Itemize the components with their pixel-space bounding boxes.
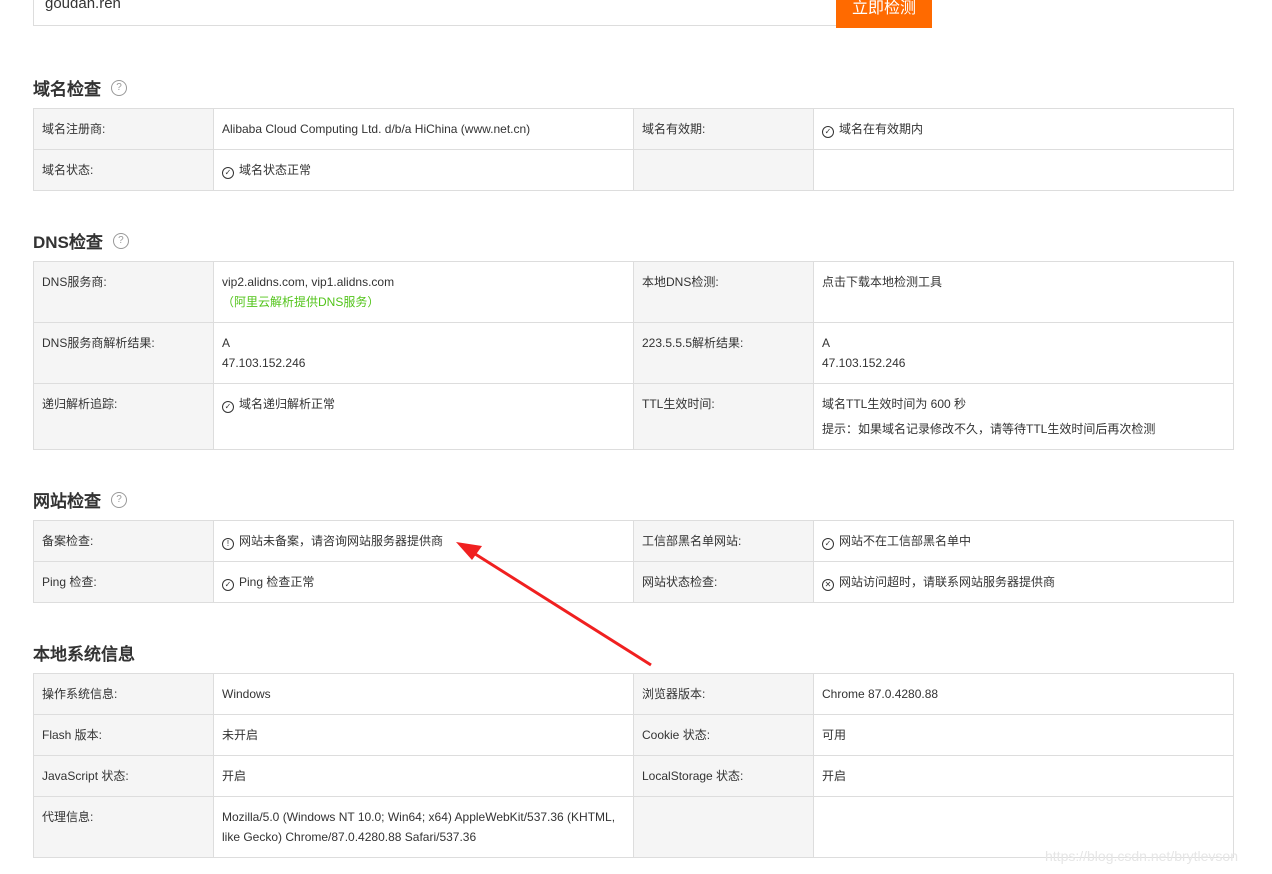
public-dns-value: A 47.103.152.246	[813, 322, 1234, 384]
blacklist-label: 工信部黑名单网站:	[633, 520, 814, 562]
dns-provider-note: （阿里云解析提供DNS服务）	[222, 295, 380, 309]
table-row: DNS服务商解析结果: A 47.103.152.246 223.5.5.5解析…	[33, 322, 1234, 384]
public-dns-label: 223.5.5.5解析结果:	[633, 322, 814, 384]
expiry-value: ✓ 域名在有效期内	[813, 108, 1234, 150]
local-system-title: 本地系统信息	[33, 640, 135, 665]
dns-resolve-label: DNS服务商解析结果:	[33, 322, 214, 384]
record-ip: 47.103.152.246	[822, 356, 906, 370]
website-check-title-text: 网站检查	[33, 492, 101, 511]
help-icon[interactable]: ?	[111, 491, 127, 508]
blacklist-text: 网站不在工信部黑名单中	[839, 534, 972, 548]
table-row: DNS服务商: vip2.alidns.com, vip1.alidns.com…	[33, 261, 1234, 323]
dns-check-title-text: DNS检查	[33, 233, 103, 252]
browser-value: Chrome 87.0.4280.88	[813, 673, 1234, 715]
localstorage-value: 开启	[813, 755, 1234, 797]
dns-check-title: DNS检查 ?	[33, 228, 129, 253]
check-circle-icon: ✓	[822, 126, 834, 138]
dns-servers-text: vip2.alidns.com, vip1.alidns.com	[222, 275, 395, 289]
domain-status-label: 域名状态:	[33, 149, 214, 191]
table-row: 操作系统信息: Windows 浏览器版本: Chrome 87.0.4280.…	[33, 673, 1234, 715]
website-check-title: 网站检查 ?	[33, 487, 127, 512]
blacklist-value: ✓ 网站不在工信部黑名单中	[813, 520, 1234, 562]
expiry-status-text: 域名在有效期内	[839, 122, 924, 136]
search-bar: goudan.ren 立即检测	[33, 0, 932, 28]
site-status-value: ✕ 网站访问超时，请联系网站服务器提供商	[813, 561, 1234, 603]
ping-check-value: ✓ Ping 检查正常	[213, 561, 634, 603]
local-system-table: 操作系统信息: Windows 浏览器版本: Chrome 87.0.4280.…	[33, 673, 1234, 858]
website-check-table: 备案检查: ! 网站未备案，请咨询网站服务器提供商 工信部黑名单网站: ✓ 网站不在…	[33, 520, 1234, 603]
check-circle-icon: ✓	[222, 579, 234, 591]
record-type: A	[222, 336, 231, 350]
local-dns-label: 本地DNS检测:	[633, 261, 814, 323]
user-agent-label: 代理信息:	[33, 796, 214, 858]
watermark: https://blog.csdn.net/brytlevson	[1045, 848, 1238, 864]
check-circle-icon: ✓	[822, 538, 834, 550]
warning-circle-icon: !	[222, 538, 234, 550]
table-row: 备案检查: ! 网站未备案，请咨询网站服务器提供商 工信部黑名单网站: ✓ 网站不在…	[33, 520, 1234, 562]
browser-label: 浏览器版本:	[633, 673, 814, 715]
javascript-label: JavaScript 状态:	[33, 755, 214, 797]
dns-provider-label: DNS服务商:	[33, 261, 214, 323]
icp-check-value: ! 网站未备案，请咨询网站服务器提供商	[213, 520, 634, 562]
recursive-trace-label: 递归解析追踪:	[33, 383, 214, 450]
os-label: 操作系统信息:	[33, 673, 214, 715]
site-status-text: 网站访问超时，请联系网站服务器提供商	[839, 575, 1056, 589]
recursive-trace-text: 域名递归解析正常	[239, 397, 336, 411]
record-ip: 47.103.152.246	[222, 356, 306, 370]
domain-status-text: 域名状态正常	[239, 163, 312, 177]
domain-check-title: 域名检查 ?	[33, 75, 127, 100]
user-agent-value: Mozilla/5.0 (Windows NT 10.0; Win64; x64…	[213, 796, 634, 858]
registrar-label: 域名注册商:	[33, 108, 214, 150]
record-type: A	[822, 336, 831, 350]
dns-provider-value: vip2.alidns.com, vip1.alidns.com （阿里云解析提…	[213, 261, 634, 323]
table-row: JavaScript 状态: 开启 LocalStorage 状态: 开启	[33, 755, 1234, 797]
domain-check-title-text: 域名检查	[33, 80, 101, 99]
table-row: 域名状态: ✓ 域名状态正常	[33, 149, 1234, 191]
javascript-value: 开启	[213, 755, 634, 797]
icp-check-text: 网站未备案，请咨询网站服务器提供商	[239, 534, 444, 548]
site-status-label: 网站状态检查:	[633, 561, 814, 603]
ping-check-text: Ping 检查正常	[239, 575, 315, 589]
empty-cell	[633, 149, 814, 191]
domain-check-table: 域名注册商: Alibaba Cloud Computing Ltd. d/b/…	[33, 108, 1234, 191]
ttl-hint: 提示：如果域名记录修改不久，请等待TTL生效时间后再次检测	[822, 422, 1156, 436]
os-value: Windows	[213, 673, 634, 715]
flash-value: 未开启	[213, 714, 634, 756]
error-circle-icon: ✕	[822, 579, 834, 591]
check-circle-icon: ✓	[222, 401, 234, 413]
table-row: 域名注册商: Alibaba Cloud Computing Ltd. d/b/…	[33, 108, 1234, 150]
dns-check-table: DNS服务商: vip2.alidns.com, vip1.alidns.com…	[33, 261, 1234, 450]
dns-resolve-value: A 47.103.152.246	[213, 322, 634, 384]
table-row: Flash 版本: 未开启 Cookie 状态: 可用	[33, 714, 1234, 756]
ttl-label: TTL生效时间:	[633, 383, 814, 450]
ping-check-label: Ping 检查:	[33, 561, 214, 603]
domain-search-input[interactable]: goudan.ren	[33, 0, 836, 26]
domain-status-value: ✓ 域名状态正常	[213, 149, 634, 191]
recursive-trace-value: ✓ 域名递归解析正常	[213, 383, 634, 450]
ttl-value: 域名TTL生效时间为 600 秒 提示：如果域名记录修改不久，请等待TTL生效时…	[813, 383, 1234, 450]
table-row: 递归解析追踪: ✓ 域名递归解析正常 TTL生效时间: 域名TTL生效时间为 60…	[33, 383, 1234, 450]
expiry-label: 域名有效期:	[633, 108, 814, 150]
download-tool-link[interactable]: 点击下载本地检测工具	[813, 261, 1234, 323]
empty-cell	[633, 796, 814, 858]
help-icon[interactable]: ?	[112, 232, 129, 249]
icp-check-label: 备案检查:	[33, 520, 214, 562]
empty-cell	[813, 149, 1234, 191]
ttl-text: 域名TTL生效时间为 600 秒	[822, 397, 967, 411]
local-system-title-text: 本地系统信息	[33, 645, 135, 664]
flash-label: Flash 版本:	[33, 714, 214, 756]
cookie-label: Cookie 状态:	[633, 714, 814, 756]
cookie-value: 可用	[813, 714, 1234, 756]
check-circle-icon: ✓	[222, 167, 234, 179]
check-now-button[interactable]: 立即检测	[836, 0, 932, 28]
help-icon[interactable]: ?	[111, 79, 127, 96]
table-row: Ping 检查: ✓ Ping 检查正常 网站状态检查: ✕ 网站访问超时，请联系网…	[33, 561, 1234, 603]
localstorage-label: LocalStorage 状态:	[633, 755, 814, 797]
registrar-value: Alibaba Cloud Computing Ltd. d/b/a HiChi…	[213, 108, 634, 150]
